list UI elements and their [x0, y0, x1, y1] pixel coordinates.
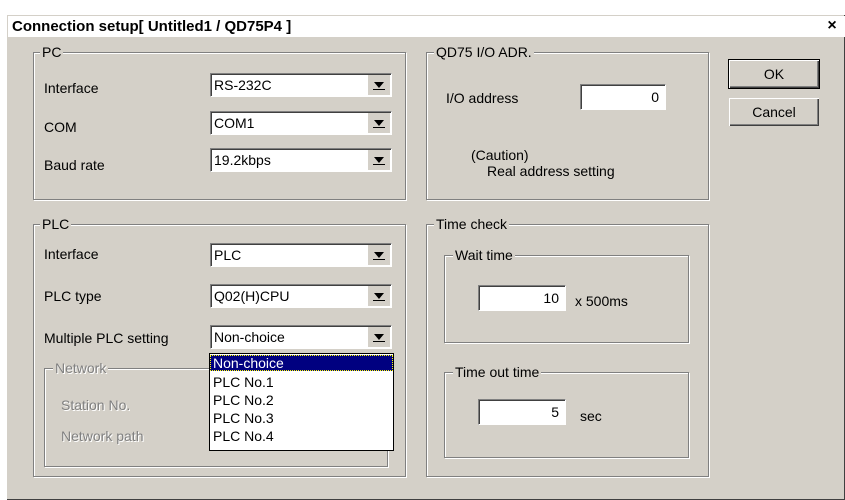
timeout-input[interactable]: 5 [478, 399, 566, 425]
plc-type-combo[interactable]: Q02(H)CPU [210, 284, 392, 308]
pc-interface-combo[interactable]: RS-232C [210, 73, 392, 97]
pc-baud-value: 19.2kbps [214, 152, 271, 168]
plc-interface-combo[interactable]: PLC [210, 243, 392, 267]
chevron-down-icon[interactable] [368, 150, 390, 170]
wait-time-unit: x 500ms [575, 293, 628, 309]
dropdown-item-plc-no-3[interactable]: PLC No.3 [210, 410, 393, 426]
plc-type-value: Q02(H)CPU [214, 288, 290, 304]
wait-time-value: 10 [543, 290, 559, 306]
plc-interface-label: Interface [44, 246, 99, 262]
multiple-plc-combo[interactable]: Non-choice [210, 325, 392, 349]
chevron-down-icon[interactable] [368, 245, 390, 265]
pc-interface-value: RS-232C [214, 77, 272, 93]
dropdown-item-plc-no-4[interactable]: PLC No.4 [210, 428, 393, 444]
timeout-unit: sec [580, 408, 602, 424]
pc-baud-label: Baud rate [44, 157, 105, 173]
chevron-down-icon[interactable] [368, 75, 390, 95]
pc-group-label: PC [40, 44, 64, 60]
plc-group-label: PLC [40, 216, 72, 232]
plc-type-label: PLC type [44, 288, 102, 304]
pc-interface-label: Interface [44, 80, 99, 96]
multiple-plc-value: Non-choice [214, 329, 285, 345]
title-bar[interactable]: Connection setup[ Untitled1 / QD75P4 ] × [8, 16, 845, 37]
wait-time-input[interactable]: 10 [478, 285, 566, 311]
qd75-io-group-label: QD75 I/O ADR. [434, 44, 534, 60]
chevron-down-icon[interactable] [368, 327, 390, 347]
multiple-plc-dropdown[interactable]: Non-choice PLC No.1 PLC No.2 PLC No.3 PL… [209, 353, 394, 451]
chevron-down-icon[interactable] [368, 113, 390, 133]
network-group-label: Network [53, 360, 109, 376]
ok-button[interactable]: OK [728, 59, 820, 89]
network-path-label: Network path [61, 428, 144, 444]
timeout-value: 5 [551, 404, 559, 420]
close-icon[interactable]: × [823, 17, 841, 35]
dropdown-item-plc-no-1[interactable]: PLC No.1 [210, 374, 393, 390]
multiple-plc-label: Multiple PLC setting [44, 330, 169, 346]
caution-line-2: Real address setting [487, 163, 615, 179]
dropdown-item-plc-no-2[interactable]: PLC No.2 [210, 392, 393, 408]
time-check-group-label: Time check [434, 216, 510, 232]
dropdown-item-non-choice[interactable]: Non-choice [210, 355, 393, 371]
pc-baud-combo[interactable]: 19.2kbps [210, 148, 392, 172]
timeout-label: Time out time [453, 364, 542, 380]
pc-com-label: COM [44, 119, 77, 135]
plc-interface-value: PLC [214, 247, 242, 263]
io-address-input[interactable]: 0 [580, 84, 666, 110]
chevron-down-icon[interactable] [368, 286, 390, 306]
wait-time-label: Wait time [453, 247, 515, 263]
station-no-label: Station No. [61, 397, 131, 413]
io-address-label: I/O address [446, 90, 519, 106]
dialog-title: Connection setup[ Untitled1 / QD75P4 ] [12, 18, 292, 35]
cancel-button[interactable]: Cancel [729, 98, 819, 126]
pc-com-combo[interactable]: COM1 [210, 111, 392, 135]
pc-com-value: COM1 [214, 115, 255, 131]
io-address-value: 0 [651, 89, 659, 105]
caution-line-1: (Caution) [471, 147, 529, 163]
